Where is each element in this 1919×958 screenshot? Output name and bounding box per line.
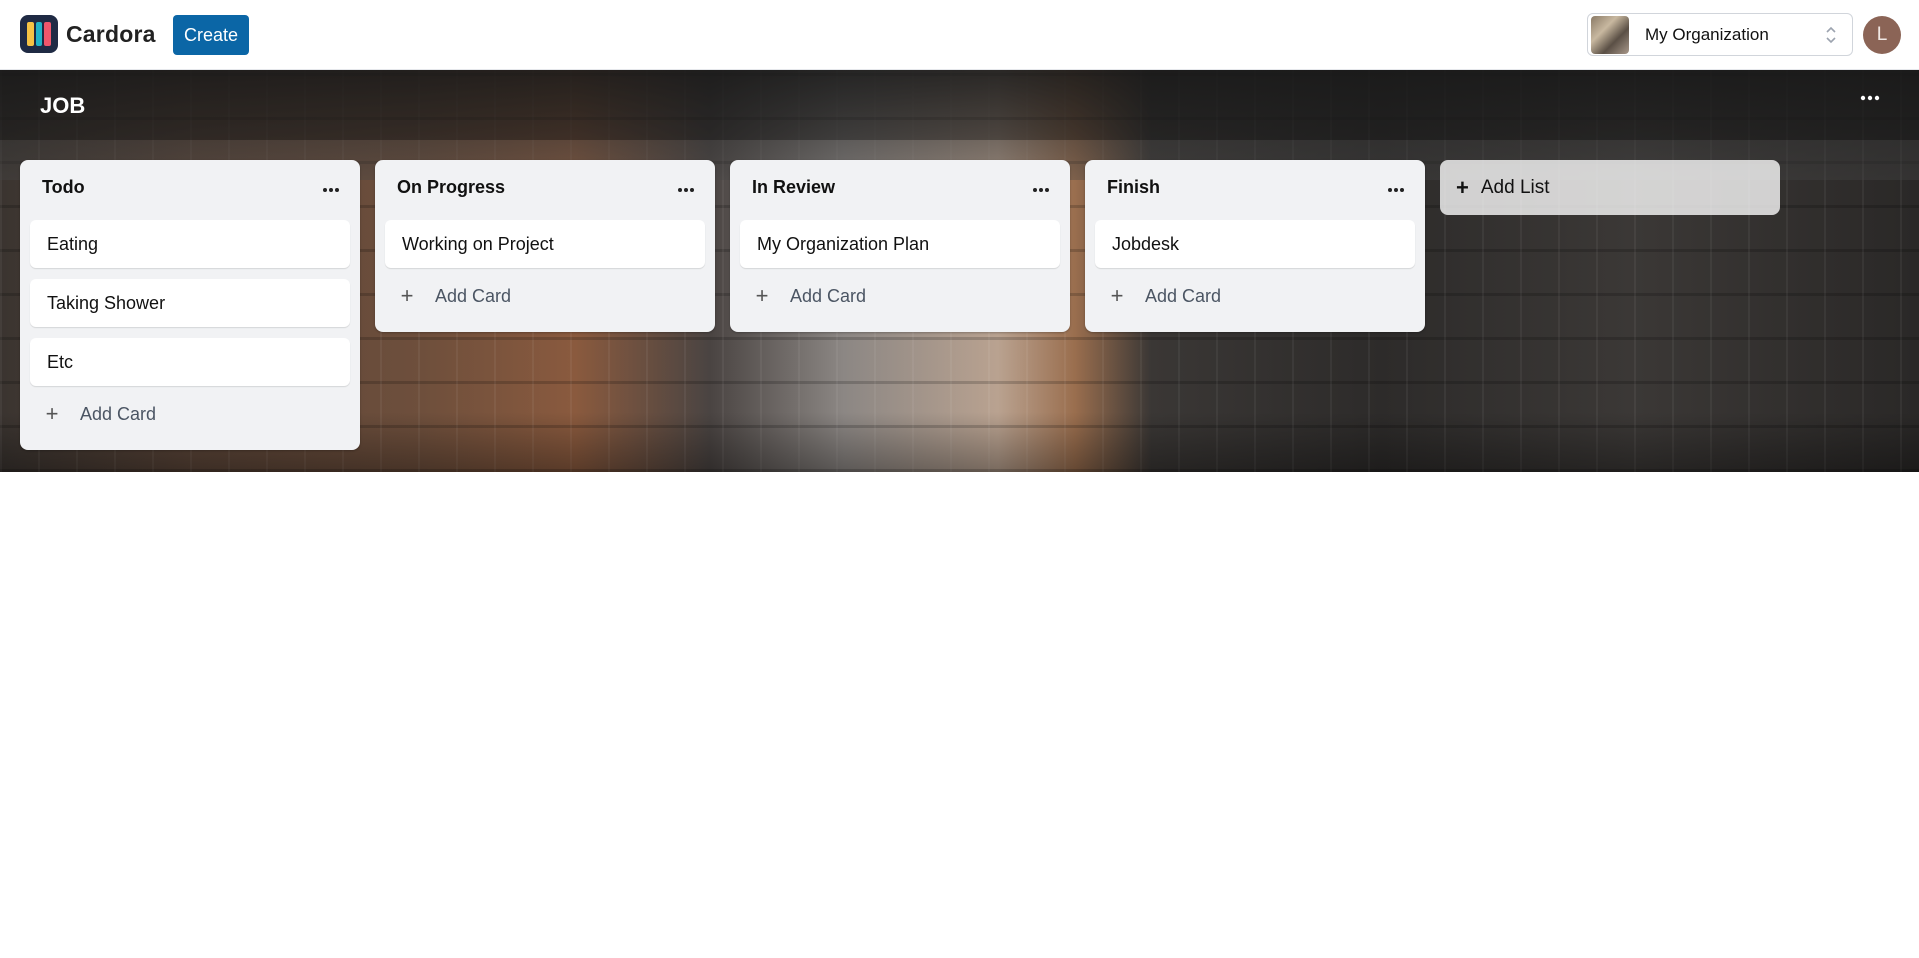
add-card-label: Add Card [790,285,867,306]
create-button[interactable]: Create [173,15,249,55]
add-card-label: Add Card [1145,285,1222,306]
card[interactable]: Taking Shower [30,279,350,327]
plus-icon: + [755,283,769,308]
list-header: Finish [1085,160,1425,214]
more-horizontal-icon[interactable] [322,182,340,193]
list-title: Todo [42,176,85,197]
board-area: JOB Todo Eating Taking Shower Etc + Add … [0,70,1919,472]
card[interactable]: Working on Project [385,220,705,268]
add-card-label: Add Card [435,285,512,306]
card[interactable]: Jobdesk [1095,220,1415,268]
app-logo[interactable]: Cardora [20,15,156,53]
card[interactable]: Eating [30,220,350,268]
add-card-button[interactable]: + Add Card [20,386,360,442]
list-finish: Finish Jobdesk + Add Card [1085,160,1425,332]
plus-icon: + [45,401,59,426]
organization-image [1591,15,1629,54]
card[interactable]: Etc [30,338,350,386]
user-avatar[interactable]: L [1863,16,1901,54]
list-title: Finish [1107,176,1160,197]
board-title: JOB [40,93,86,118]
top-navbar: Cardora Create My Organization L [0,0,1919,70]
add-card-button[interactable]: + Add Card [1085,268,1425,324]
app-name: Cardora [66,20,156,47]
board-more-icon[interactable] [1858,86,1882,110]
list-header: On Progress [375,160,715,214]
plus-icon: + [1456,174,1469,200]
list-title: In Review [752,176,836,197]
list-header: Todo [20,160,360,214]
list-on-progress: On Progress Working on Project + Add Car… [375,160,715,332]
add-list-button[interactable]: + Add List [1440,160,1780,215]
cardora-logo-icon [20,15,58,53]
add-card-label: Add Card [80,403,157,424]
chevron-up-down-icon [1824,25,1838,45]
list-in-review: In Review My Organization Plan + Add Car… [730,160,1070,332]
add-list-label: Add List [1480,176,1550,198]
add-card-button[interactable]: + Add Card [375,268,715,324]
organization-name: My Organization [1645,24,1769,44]
organization-switcher[interactable]: My Organization [1587,13,1853,56]
more-horizontal-icon[interactable] [1032,182,1050,193]
more-horizontal-icon[interactable] [1387,182,1405,193]
list-todo: Todo Eating Taking Shower Etc + Add Card [20,160,360,450]
list-header: In Review [730,160,1070,214]
plus-icon: + [1110,283,1124,308]
card[interactable]: My Organization Plan [740,220,1060,268]
board-header: JOB [0,70,1919,140]
list-title: On Progress [397,176,506,197]
more-horizontal-icon[interactable] [677,182,695,193]
add-card-button[interactable]: + Add Card [730,268,1070,324]
plus-icon: + [400,283,414,308]
